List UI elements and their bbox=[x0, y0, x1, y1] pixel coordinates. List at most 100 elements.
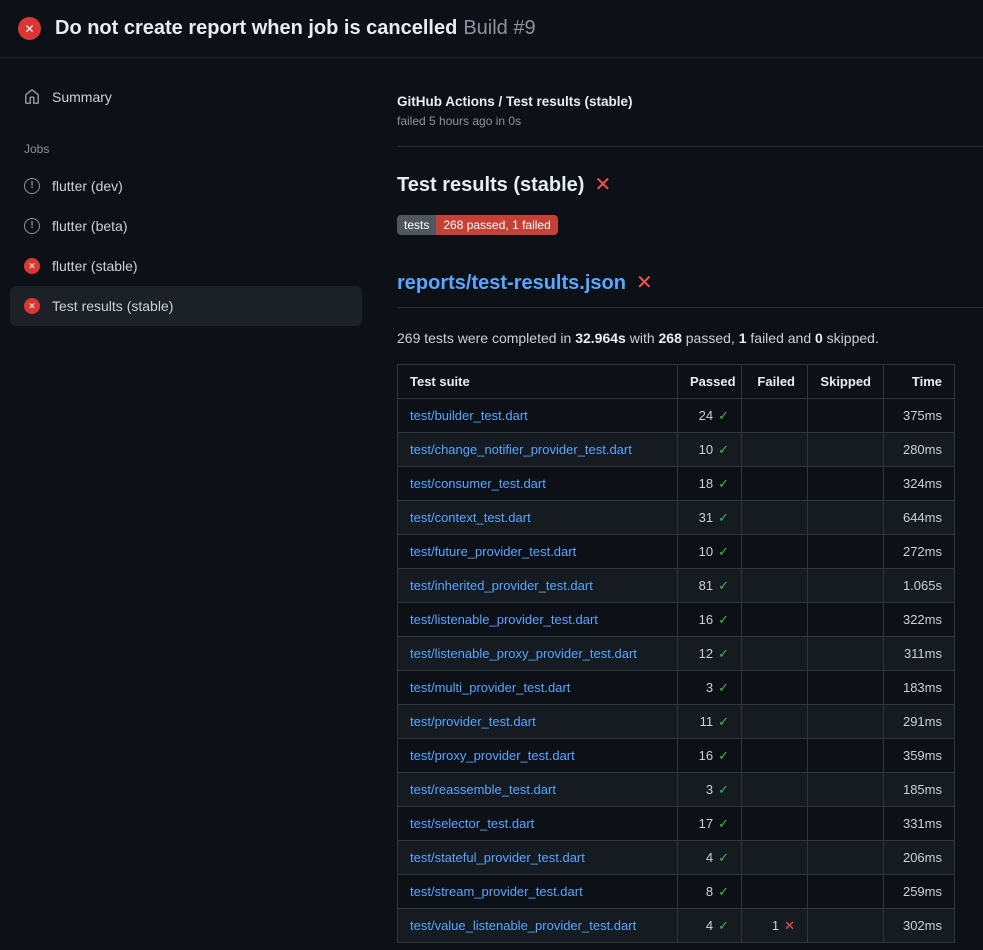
suite-cell: test/future_provider_test.dart bbox=[398, 535, 678, 569]
passed-cell: 81✓ bbox=[678, 569, 742, 603]
suite-link[interactable]: test/listenable_proxy_provider_test.dart bbox=[410, 646, 637, 661]
page-body: Summary Jobs !flutter (dev)!flutter (bet… bbox=[0, 58, 983, 950]
suite-link[interactable]: test/listenable_provider_test.dart bbox=[410, 612, 598, 627]
passed-count: 16 bbox=[699, 748, 713, 763]
sidebar-item-flutter-stable[interactable]: ✕flutter (stable) bbox=[10, 246, 362, 286]
suite-cell: test/provider_test.dart bbox=[398, 705, 678, 739]
check-icon: ✓ bbox=[718, 612, 729, 627]
report-link[interactable]: reports/test-results.json bbox=[397, 269, 626, 297]
suite-link[interactable]: test/stateful_provider_test.dart bbox=[410, 850, 585, 865]
table-row: test/builder_test.dart24✓375ms bbox=[398, 399, 955, 433]
sidebar-item-summary[interactable]: Summary bbox=[10, 78, 362, 116]
suite-link[interactable]: test/context_test.dart bbox=[410, 510, 531, 525]
passed-count: 8 bbox=[706, 884, 713, 899]
table-row: test/proxy_provider_test.dart16✓359ms bbox=[398, 739, 955, 773]
page-title: Do not create report when job is cancell… bbox=[55, 17, 536, 40]
column-header-test-suite: Test suite bbox=[398, 365, 678, 399]
job-label: flutter (beta) bbox=[52, 218, 127, 234]
jobs-list: !flutter (dev)! flutter (beta) ✕flutter (s… bbox=[10, 166, 362, 326]
table-row: test/change_notifier_provider_test.dart 1… bbox=[398, 433, 955, 467]
passed-count: 11 bbox=[700, 714, 714, 729]
results-table: Test suitePassedFailedSkippedTime test/b… bbox=[397, 364, 955, 943]
time-cell: 291ms bbox=[884, 705, 955, 739]
suite-link[interactable]: test/stream_provider_test.dart bbox=[410, 884, 583, 899]
suite-link[interactable]: test/selector_test.dart bbox=[410, 816, 534, 831]
passed-count: 10 bbox=[699, 544, 713, 559]
passed-cell: 12✓ bbox=[678, 637, 742, 671]
failed-count: 1 bbox=[772, 918, 779, 933]
run-title: Do not create report when job is cancell… bbox=[55, 17, 457, 39]
table-row: test/provider_test.dart 11 ✓ 291ms bbox=[398, 705, 955, 739]
neutral-status-icon: ! bbox=[24, 178, 40, 194]
failed-cell bbox=[742, 433, 808, 467]
check-icon: ✓ bbox=[718, 714, 729, 729]
passed-cell: 16✓ bbox=[678, 603, 742, 637]
job-label: Test results (stable) bbox=[52, 298, 173, 314]
time-cell: 322ms bbox=[884, 603, 955, 637]
check-icon: ✓ bbox=[718, 884, 729, 899]
table-row: test/listenable_provider_test.dart 16✓ 322… bbox=[398, 603, 955, 637]
skipped-cell bbox=[808, 739, 884, 773]
main-content: GitHub Actions / Test results (stable) f… bbox=[372, 58, 983, 943]
neutral-status-icon: ! bbox=[24, 218, 40, 234]
sidebar-item-flutter-dev[interactable]: !flutter (dev) bbox=[10, 166, 362, 206]
summary-with: with bbox=[626, 330, 659, 346]
column-header-time: Time bbox=[884, 365, 955, 399]
passed-count: 12 bbox=[699, 646, 713, 661]
page-header: ✕ Do not create report when job is cance… bbox=[0, 0, 983, 58]
table-row: test/inherited_provider_test.dart81✓1.06… bbox=[398, 569, 955, 603]
sidebar-item-flutter-beta[interactable]: ! flutter (beta) bbox=[10, 206, 362, 246]
column-header-passed: Passed bbox=[678, 365, 742, 399]
build-number: Build #9 bbox=[463, 17, 535, 39]
suite-link[interactable]: test/reassemble_test.dart bbox=[410, 782, 556, 797]
table-row: test/multi_provider_test.dart3✓183ms bbox=[398, 671, 955, 705]
passed-cell: 31✓ bbox=[678, 501, 742, 535]
skipped-cell bbox=[808, 807, 884, 841]
sidebar: Summary Jobs !flutter (dev)!flutter (bet… bbox=[0, 58, 372, 326]
failed-status-icon: ✕ bbox=[24, 258, 40, 274]
check-icon: ✓ bbox=[718, 544, 729, 559]
summary-label: Summary bbox=[52, 89, 112, 105]
passed-cell: 10✓ bbox=[678, 433, 742, 467]
report-title: reports/test-results.json ✕ bbox=[397, 269, 954, 297]
suite-cell: test/inherited_provider_test.dart bbox=[398, 569, 678, 603]
skipped-cell bbox=[808, 875, 884, 909]
time-cell: 272ms bbox=[884, 535, 955, 569]
passed-cell: 17✓ bbox=[678, 807, 742, 841]
failed-x-icon: ✕ bbox=[594, 175, 611, 195]
suite-link[interactable]: test/future_provider_test.dart bbox=[410, 544, 576, 559]
suite-link[interactable]: test/consumer_test.dart bbox=[410, 476, 546, 491]
suite-cell: test/proxy_provider_test.dart bbox=[398, 739, 678, 773]
time-cell: 206ms bbox=[884, 841, 955, 875]
suite-link[interactable]: test/builder_test.dart bbox=[410, 408, 528, 423]
suite-cell: test/listenable_provider_test.dart bbox=[398, 603, 678, 637]
table-row: test/value_listenable_provider_test.dart… bbox=[398, 909, 955, 943]
suite-link[interactable]: test/inherited_provider_test.dart bbox=[410, 578, 593, 593]
table-row: test/stream_provider_test.dart8✓259ms bbox=[398, 875, 955, 909]
suite-link[interactable]: test/provider_test.dart bbox=[410, 714, 536, 729]
check-icon: ✓ bbox=[718, 476, 729, 491]
suite-link[interactable]: test/proxy_provider_test.dart bbox=[410, 748, 575, 763]
suite-link[interactable]: test/value_listenable_provider_test.dart bbox=[410, 918, 636, 933]
suite-link[interactable]: test/change_notifier_provider_test.dart bbox=[410, 442, 632, 457]
check-icon: ✓ bbox=[718, 850, 729, 865]
passed-count: 3 bbox=[706, 680, 713, 695]
check-icon: ✓ bbox=[718, 408, 729, 423]
tests-badge: tests 268 passed, 1 failed bbox=[397, 215, 558, 235]
failed-cell bbox=[742, 739, 808, 773]
column-header-failed: Failed bbox=[742, 365, 808, 399]
sidebar-item-test-results-stable[interactable]: ✕Test results (stable) bbox=[10, 286, 362, 326]
suite-link[interactable]: test/multi_provider_test.dart bbox=[410, 680, 570, 695]
breadcrumb: GitHub Actions / Test results (stable) bbox=[397, 94, 954, 109]
failed-cell bbox=[742, 875, 808, 909]
suite-cell: test/change_notifier_provider_test.dart bbox=[398, 433, 678, 467]
suite-cell: test/reassemble_test.dart bbox=[398, 773, 678, 807]
passed-cell: 16✓ bbox=[678, 739, 742, 773]
table-row: test/context_test.dart31✓644ms bbox=[398, 501, 955, 535]
time-cell: 280ms bbox=[884, 433, 955, 467]
passed-cell: 4✓ bbox=[678, 909, 742, 943]
check-icon: ✓ bbox=[718, 442, 729, 457]
column-header-skipped: Skipped bbox=[808, 365, 884, 399]
failed-cell bbox=[742, 841, 808, 875]
summary-skipped-count: 0 bbox=[815, 330, 823, 346]
